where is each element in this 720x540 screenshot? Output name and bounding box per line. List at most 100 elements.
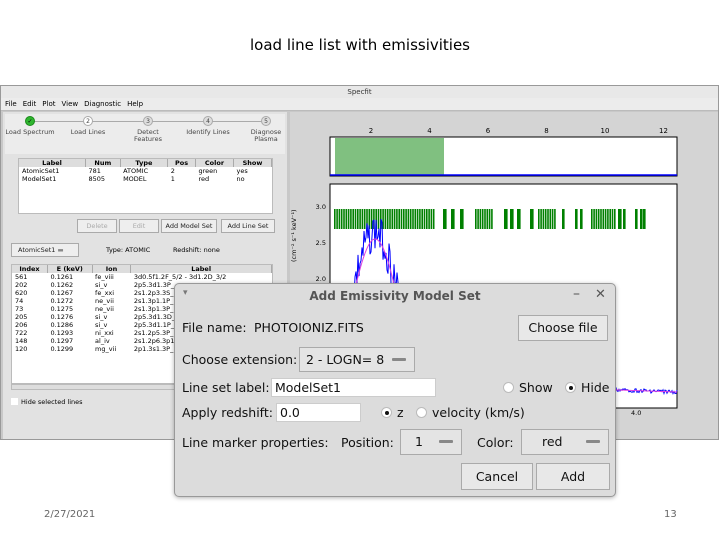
close-icon[interactable]: ✕: [595, 287, 606, 302]
step-identify-lines[interactable]: 4 Identify Lines: [183, 116, 233, 136]
column-header[interactable]: Type: [120, 159, 169, 167]
table-cell: 0.1267: [50, 289, 74, 297]
velocity-radio[interactable]: velocity (km/s): [416, 405, 525, 420]
step-detect-features[interactable]: 3 Detect Features: [123, 116, 173, 143]
hide-radio[interactable]: Hide: [565, 380, 610, 395]
add-button[interactable]: Add: [536, 463, 610, 490]
line-marker: [345, 209, 348, 229]
z-radio[interactable]: z: [381, 405, 404, 420]
cancel-button[interactable]: Cancel: [461, 463, 533, 490]
line-marker: [488, 209, 491, 229]
line-marker: [547, 209, 549, 229]
dialog-title: Add Emissivity Model Set: [309, 289, 481, 303]
y-tick-label: 3.0: [316, 203, 326, 211]
table-row[interactable]: ModelSet1 8505 MODEL 1 red no: [19, 175, 272, 183]
line-marker: [602, 209, 605, 229]
line-set-label-label: Line set label:: [182, 380, 270, 395]
line-marker: [350, 209, 352, 229]
menu-edit[interactable]: Edit: [23, 100, 37, 108]
table-cell: ATOMIC: [123, 167, 149, 175]
extension-select[interactable]: 2 - LOGN= 8: [299, 347, 415, 372]
step-load-lines[interactable]: 2 Load Lines: [63, 116, 113, 136]
line-marker: [479, 209, 482, 229]
redshift-input[interactable]: 0.0: [276, 403, 361, 422]
line-marker: [377, 209, 380, 229]
table-cell: 148: [15, 337, 28, 345]
table-cell: AtomicSet1: [22, 167, 60, 175]
line-marker: [407, 209, 410, 229]
bottom-tick-label: 4.0: [631, 409, 641, 417]
line-marker: [414, 209, 417, 229]
line-marker: [405, 209, 407, 229]
column-header[interactable]: Pos: [167, 159, 196, 167]
minimize-icon[interactable]: –: [573, 286, 580, 302]
show-radio[interactable]: Show: [503, 380, 553, 395]
menu-view[interactable]: View: [61, 100, 78, 108]
table-cell: fe_viii: [95, 273, 114, 281]
line-sets-table: Label Num Type Pos Color Show AtomicSet1 781 ATO…: [18, 158, 273, 214]
position-select[interactable]: 1: [400, 429, 462, 455]
menu-file[interactable]: File: [5, 100, 17, 108]
line-marker: [409, 209, 412, 229]
add-line-set-button[interactable]: Add Line Set: [221, 219, 275, 233]
column-header[interactable]: Label: [130, 265, 272, 273]
step-diagnose-plasma[interactable]: 5 Diagnose Plasma: [241, 116, 291, 143]
delete-button[interactable]: Delete: [77, 219, 117, 233]
table-cell: 781: [88, 167, 101, 175]
line-marker: [563, 209, 565, 229]
extension-label: Choose extension:: [182, 352, 298, 367]
line-marker: [607, 209, 609, 229]
line-marker: [542, 209, 545, 229]
line-marker: [352, 209, 354, 229]
slide-date: 2/27/2021: [44, 509, 96, 520]
overview-selection[interactable]: [335, 138, 444, 175]
table-cell: no: [236, 175, 245, 183]
table-cell: 0.1276: [50, 313, 74, 321]
table-cell: 0.1261: [50, 273, 74, 281]
file-name-value: PHOTOIONIZ.FITS: [254, 320, 364, 335]
menu-help[interactable]: Help: [127, 100, 143, 108]
table-cell: green: [198, 167, 218, 175]
color-label: Color:: [477, 435, 514, 450]
line-marker: [481, 209, 484, 229]
column-header[interactable]: Ion: [92, 265, 132, 273]
color-select[interactable]: red: [521, 429, 609, 455]
line-marker: [595, 209, 598, 229]
line-marker: [636, 209, 638, 229]
hide-selected-checkbox[interactable]: Hide selected lines: [11, 398, 83, 406]
table-cell: 0.1272: [50, 297, 74, 305]
column-header[interactable]: E (keV): [47, 265, 93, 273]
line-marker: [359, 209, 361, 229]
step-load-spectrum[interactable]: ✓ Load Spectrum: [5, 116, 55, 136]
column-header[interactable]: Show: [233, 159, 273, 167]
line-marker: [538, 209, 540, 229]
menu-plot[interactable]: Plot: [42, 100, 55, 108]
column-header[interactable]: Label: [19, 159, 87, 167]
table-cell: si_v: [95, 313, 108, 321]
table-cell: 0.1299: [50, 345, 74, 353]
table-row[interactable]: 561 0.1261 fe_viii 3d0.5f1.2F_5/2 - 3d1.2D_…: [12, 273, 272, 281]
line-marker: [576, 209, 578, 229]
menu-diagnostic[interactable]: Diagnostic: [84, 100, 121, 108]
type-label: Type: ATOMIC: [106, 246, 151, 254]
line-set-select[interactable]: AtomicSet1 ▬: [11, 243, 79, 257]
line-marker: [600, 209, 602, 229]
line-marker: [354, 209, 357, 229]
line-marker: [343, 209, 345, 229]
column-header[interactable]: Index: [12, 265, 48, 273]
add-model-set-button[interactable]: Add Model Set: [161, 219, 217, 233]
column-header[interactable]: Color: [195, 159, 234, 167]
window-titlebar: Specfit: [1, 86, 718, 98]
table-cell: yes: [236, 167, 248, 175]
edit-button[interactable]: Edit: [119, 219, 159, 233]
line-set-label-input[interactable]: ModelSet1: [271, 378, 436, 397]
line-marker: [393, 209, 396, 229]
table-row[interactable]: AtomicSet1 781 ATOMIC 2 green yes: [19, 167, 272, 175]
line-marker: [491, 209, 493, 229]
line-marker: [426, 209, 428, 229]
column-header[interactable]: Num: [85, 159, 121, 167]
top-tick-label: 8: [544, 127, 548, 135]
line-marker: [430, 209, 433, 229]
choose-file-button[interactable]: Choose file: [518, 315, 608, 341]
line-marker: [403, 209, 405, 229]
